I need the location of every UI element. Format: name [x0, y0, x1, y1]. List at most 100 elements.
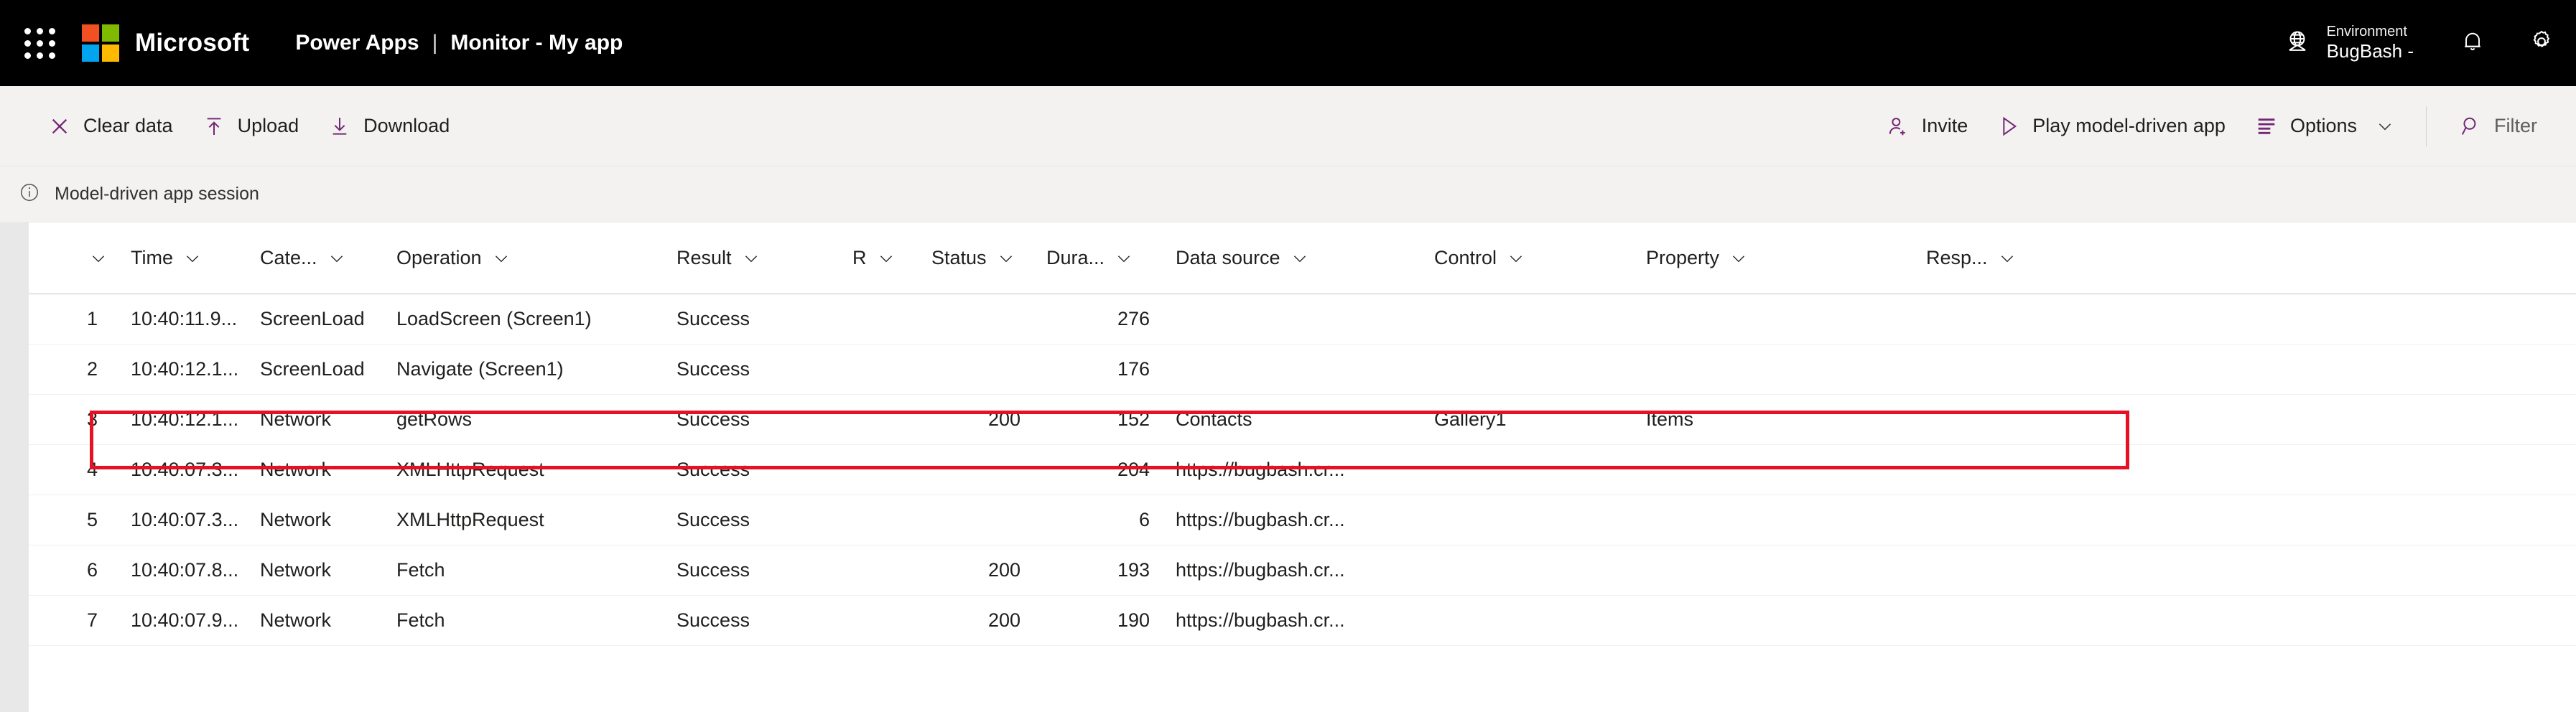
settings-button[interactable]	[2507, 0, 2576, 86]
table-row[interactable]: 2 10:40:12.1... ScreenLoad Navigate (Scr…	[29, 345, 2576, 395]
cell-status: 200	[987, 609, 1020, 631]
invite-label: Invite	[1921, 115, 1968, 136]
clear-data-button[interactable]: Clear data	[33, 98, 187, 154]
close-x-icon	[47, 114, 72, 139]
upload-arrow-icon	[202, 114, 226, 139]
cell-index: 1	[86, 308, 98, 329]
clear-data-label: Clear data	[83, 115, 173, 136]
column-header-category[interactable]: Cate...	[250, 247, 386, 269]
cell-operation: LoadScreen (Screen1)	[396, 308, 592, 329]
column-header-request[interactable]: R	[842, 247, 921, 269]
cell-operation: XMLHttpRequest	[396, 459, 544, 480]
chevron-down-icon[interactable]	[1998, 249, 2017, 268]
info-circle-icon	[19, 182, 40, 207]
filter-label: Filter	[2494, 115, 2537, 136]
table-row[interactable]: 7 10:40:07.9... Network Fetch Success 20…	[29, 596, 2576, 646]
monitor-table: Time Cate... Operation Result R Status D…	[0, 222, 2576, 712]
table-row[interactable]: 1 10:40:11.9... ScreenLoad LoadScreen (S…	[29, 294, 2576, 345]
column-header-control[interactable]: Control	[1424, 247, 1636, 269]
command-bar: Clear data Upload Download Invite Play m…	[0, 86, 2576, 167]
column-header-duration[interactable]: Dura...	[1036, 247, 1166, 269]
cell-index: 5	[86, 509, 98, 530]
notifications-button[interactable]	[2438, 0, 2507, 86]
grid-scroll-region[interactable]: Time Cate... Operation Result R Status D…	[29, 222, 2576, 712]
cell-category: Network	[260, 459, 332, 480]
session-label: Model-driven app session	[55, 184, 259, 204]
table-row[interactable]: 5 10:40:07.3... Network XMLHttpRequest S…	[29, 495, 2576, 545]
microsoft-logo[interactable]: Microsoft	[79, 24, 249, 62]
cell-duration: 190	[1117, 609, 1150, 631]
column-header-duration-label: Dura...	[1046, 247, 1105, 268]
column-header-operation[interactable]: Operation	[386, 247, 666, 269]
column-header-status-label: Status	[931, 247, 987, 268]
chevron-down-icon[interactable]	[997, 249, 1015, 268]
cell-duration: 276	[1117, 308, 1150, 329]
cell-status: 200	[987, 408, 1020, 430]
column-header-datasource-label: Data source	[1176, 247, 1280, 268]
chevron-down-icon[interactable]	[742, 249, 761, 268]
invite-button[interactable]: Invite	[1871, 98, 1983, 154]
cell-time: 10:40:07.3...	[131, 459, 239, 480]
grid-left-rail	[0, 222, 29, 712]
cell-time: 10:40:12.1...	[131, 408, 239, 430]
filter-button[interactable]: Filter	[2444, 98, 2552, 154]
cell-control: Gallery1	[1434, 408, 1507, 430]
chevron-down-icon[interactable]	[1729, 249, 1748, 268]
chevron-down-icon[interactable]	[183, 249, 202, 268]
environment-value: BugBash -	[2326, 40, 2414, 62]
column-header-result-label: Result	[676, 247, 732, 268]
command-bar-divider	[2426, 106, 2427, 146]
cell-duration: 193	[1117, 559, 1150, 581]
column-header-status[interactable]: Status	[921, 247, 1036, 269]
cell-result: Success	[676, 459, 750, 480]
chevron-down-icon[interactable]	[492, 249, 511, 268]
cell-time: 10:40:07.9...	[131, 609, 239, 631]
cell-duration: 176	[1117, 358, 1150, 380]
table-header-row: Time Cate... Operation Result R Status D…	[29, 222, 2576, 294]
product-name: Power Apps	[295, 31, 419, 55]
upload-button[interactable]: Upload	[187, 98, 314, 154]
column-header-time[interactable]: Time	[121, 247, 250, 269]
product-breadcrumb[interactable]: Power Apps | Monitor - My app	[295, 31, 623, 55]
chevron-down-icon	[2376, 117, 2394, 136]
column-header-operation-label: Operation	[396, 247, 482, 268]
chevron-down-icon[interactable]	[1115, 249, 1133, 268]
page-title: Monitor - My app	[450, 31, 623, 55]
cell-duration: 6	[1138, 509, 1150, 530]
cell-time: 10:40:12.1...	[131, 358, 239, 380]
table-row-highlighted[interactable]: 3 10:40:12.1... Network getRows Success …	[29, 395, 2576, 445]
cell-index: 7	[86, 609, 98, 631]
cell-index: 3	[86, 408, 98, 430]
column-header-datasource[interactable]: Data source	[1166, 247, 1424, 269]
table-row[interactable]: 6 10:40:07.8... Network Fetch Success 20…	[29, 545, 2576, 596]
chevron-down-icon[interactable]	[1507, 249, 1525, 268]
environment-label: Environment	[2326, 23, 2407, 39]
column-header-request-label: R	[852, 247, 867, 268]
play-model-driven-app-button[interactable]: Play model-driven app	[1982, 98, 2240, 154]
header-right-group: Environment BugBash -	[2259, 0, 2576, 86]
column-header-property[interactable]: Property	[1636, 247, 1916, 269]
chevron-down-icon[interactable]	[877, 249, 896, 268]
app-launcher-icon	[24, 27, 55, 59]
column-header-response[interactable]: Resp...	[1916, 247, 2074, 269]
cell-category: ScreenLoad	[260, 358, 365, 380]
download-button[interactable]: Download	[313, 98, 464, 154]
chevron-down-icon[interactable]	[89, 249, 108, 268]
environment-picker[interactable]: Environment BugBash -	[2259, 0, 2438, 86]
cell-property: Items	[1646, 408, 1694, 430]
chevron-down-icon[interactable]	[327, 249, 346, 268]
cell-category: Network	[260, 559, 332, 581]
add-person-icon	[1886, 114, 1910, 139]
app-launcher-button[interactable]	[0, 0, 79, 86]
chevron-down-icon[interactable]	[1291, 249, 1309, 268]
column-header-result[interactable]: Result	[666, 247, 842, 269]
search-magnifier-icon	[2458, 114, 2483, 139]
cell-status: 200	[987, 559, 1020, 581]
column-header-property-label: Property	[1646, 247, 1720, 268]
column-header-time-label: Time	[131, 247, 173, 268]
column-header-index[interactable]	[29, 249, 121, 268]
table-row[interactable]: 4 10:40:07.3... Network XMLHttpRequest S…	[29, 445, 2576, 495]
options-button[interactable]: Options	[2240, 98, 2409, 154]
cell-operation: Fetch	[396, 609, 445, 631]
cell-datasource: https://bugbash.cr...	[1176, 609, 1345, 631]
